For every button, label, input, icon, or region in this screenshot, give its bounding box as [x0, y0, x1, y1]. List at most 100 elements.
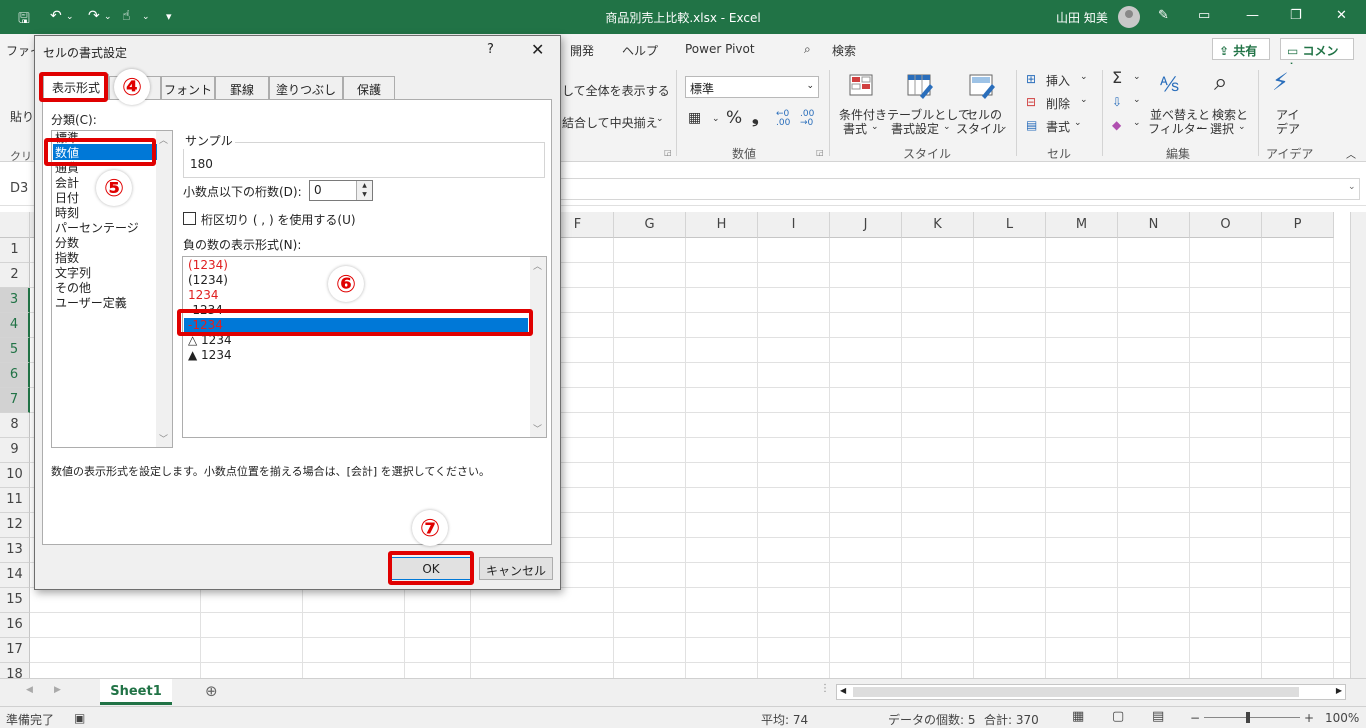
tab-power-pivot[interactable]: Power Pivot [685, 42, 755, 56]
percent-button[interactable]: % [726, 108, 742, 128]
scroll-up-icon[interactable]: ︿ [533, 259, 542, 272]
decimal-places-stepper[interactable]: 0 ▲ ▼ [309, 180, 373, 201]
row-header-3[interactable]: 3 [0, 288, 30, 313]
scrollbar-thumb[interactable] [853, 687, 1299, 697]
restore-icon[interactable]: ❐ [1290, 8, 1302, 23]
formula-input[interactable] [560, 178, 1360, 200]
stepper-buttons[interactable]: ▲ ▼ [356, 181, 372, 200]
sheet-tab-sheet1[interactable]: Sheet1 [100, 679, 172, 705]
tab-developer[interactable]: 開発 [570, 42, 594, 59]
increase-decimal-icon[interactable]: ←0.00 [776, 110, 790, 128]
column-header-m[interactable]: M [1046, 212, 1118, 238]
column-header-l[interactable]: L [974, 212, 1046, 238]
close-window-icon[interactable]: ✕ [1336, 8, 1347, 23]
ideas-icon[interactable]: ⚡ [1272, 68, 1289, 96]
row-header-11[interactable]: 11 [0, 488, 30, 513]
horizontal-scrollbar[interactable]: ◀ ▶ [836, 684, 1346, 700]
dialog-close-button[interactable]: ✕ [531, 40, 544, 59]
tab-help[interactable]: ヘルプ [622, 42, 658, 59]
alignment-launcher-icon[interactable]: ◲ [664, 148, 672, 157]
wrap-text-button[interactable]: して全体を表示する [562, 82, 670, 99]
row-header-10[interactable]: 10 [0, 463, 30, 488]
insert-button[interactable]: 挿入 [1046, 72, 1070, 89]
column-header-o[interactable]: O [1190, 212, 1262, 238]
row-header-16[interactable]: 16 [0, 613, 30, 638]
vertical-scrollbar[interactable] [1350, 212, 1366, 678]
accounting-dropdown-icon[interactable]: ⌄ [712, 114, 720, 124]
search-icon[interactable]: ⌕ [804, 42, 811, 57]
row-header-17[interactable]: 17 [0, 638, 30, 663]
page-layout-icon[interactable]: ▢ [1112, 709, 1124, 724]
expand-formula-icon[interactable]: ⌄ [1348, 182, 1356, 192]
insert-icon[interactable]: ⊞ [1026, 72, 1036, 86]
find-select-icon[interactable]: ⌕ [1214, 68, 1227, 96]
fill-icon[interactable]: ⇩ [1112, 95, 1122, 109]
page-break-icon[interactable]: ▤ [1152, 709, 1164, 724]
pen-icon[interactable]: ✎ [1158, 8, 1169, 23]
delete-button[interactable]: 削除 [1046, 95, 1070, 112]
search-box[interactable]: 検索 [832, 42, 856, 59]
tab-fill[interactable]: 塗りつぶし [269, 76, 343, 99]
negative-format-item[interactable]: ▲ 1234 [188, 348, 232, 362]
negative-format-item[interactable]: (1234) [188, 258, 228, 272]
collapse-ribbon-icon[interactable]: ︿ [1346, 146, 1356, 161]
row-header-15[interactable]: 15 [0, 588, 30, 613]
prev-sheet-icon[interactable]: ◀ [26, 685, 33, 695]
column-header-g[interactable]: G [614, 212, 686, 238]
row-header-12[interactable]: 12 [0, 513, 30, 538]
zoom-slider-thumb[interactable] [1246, 712, 1250, 723]
row-header-7[interactable]: 7 [0, 388, 30, 413]
name-box[interactable]: D3 [4, 178, 34, 200]
next-sheet-icon[interactable]: ▶ [54, 685, 61, 695]
tab-protection[interactable]: 保護 [343, 76, 395, 99]
row-header-5[interactable]: 5 [0, 338, 30, 363]
scroll-down-icon[interactable]: ﹀ [533, 422, 542, 435]
format-as-table-dropdown-icon[interactable]: ⌄ [943, 122, 951, 132]
stepper-down-icon[interactable]: ▼ [362, 191, 367, 198]
scroll-right-icon[interactable]: ▶ [1336, 686, 1342, 695]
zoom-level[interactable]: 100% [1325, 711, 1359, 725]
thousands-separator-label[interactable]: 桁区切り ( , ) を使用する(U) [201, 211, 356, 228]
format-dropdown-icon[interactable]: ⌄ [1074, 118, 1082, 128]
row-header-9[interactable]: 9 [0, 438, 30, 463]
format-button[interactable]: 書式 [1046, 118, 1070, 135]
tab-split-handle-icon[interactable]: ⋮ [820, 683, 830, 694]
zoom-out-icon[interactable]: − [1190, 711, 1200, 725]
conditional-format-dropdown-icon[interactable]: ⌄ [871, 122, 879, 132]
column-header-k[interactable]: K [902, 212, 974, 238]
ribbon-display-icon[interactable]: ▭ [1198, 8, 1210, 23]
tab-border[interactable]: 罫線 [215, 76, 269, 99]
cell-styles-dropdown-icon[interactable]: ⌄ [1000, 122, 1008, 132]
autosum-dropdown-icon[interactable]: ⌄ [1133, 72, 1141, 82]
find-select-dropdown-icon[interactable]: ⌄ [1238, 122, 1246, 132]
decrease-decimal-icon[interactable]: .00 →0 [800, 110, 814, 128]
help-button[interactable]: ? [487, 42, 494, 57]
row-header-14[interactable]: 14 [0, 563, 30, 588]
autosum-icon[interactable]: Σ [1112, 68, 1122, 87]
column-header-i[interactable]: I [758, 212, 830, 238]
scroll-down-icon[interactable]: ﹀ [159, 432, 168, 445]
scroll-up-icon[interactable]: ︿ [159, 133, 168, 146]
accounting-format-icon[interactable]: ▦ [688, 110, 701, 126]
row-header-1[interactable]: 1 [0, 238, 30, 263]
share-button[interactable]: ⇪ 共有 [1212, 38, 1270, 60]
minimize-icon[interactable]: — [1246, 8, 1259, 23]
negative-scrollbar[interactable]: ︿ ﹀ [530, 257, 546, 437]
negative-numbers-list[interactable]: ︿ ﹀ (1234) (1234) 1234 -1234 -1234 △ 1234 ▲ 12… [182, 256, 547, 438]
clear-dropdown-icon[interactable]: ⌄ [1133, 118, 1141, 128]
comma-button[interactable]: ❟ [752, 108, 759, 128]
normal-view-icon[interactable]: ▦ [1072, 709, 1084, 724]
column-header-h[interactable]: H [686, 212, 758, 238]
user-name[interactable]: 山田 知美 [1056, 9, 1108, 26]
format-icon[interactable]: ▤ [1026, 118, 1037, 132]
sort-filter-icon[interactable]: ⅍ [1160, 72, 1179, 97]
tab-font[interactable]: フォント [161, 76, 215, 99]
avatar[interactable] [1118, 6, 1140, 28]
ideas-label-2[interactable]: デア [1276, 120, 1300, 137]
column-header-p[interactable]: P [1262, 212, 1334, 238]
sort-filter-dropdown-icon[interactable]: ⌄ [1196, 122, 1204, 132]
cancel-button[interactable]: キャンセル [479, 557, 553, 580]
select-all-corner[interactable] [0, 212, 30, 238]
zoom-slider[interactable] [1204, 717, 1300, 718]
row-header-4[interactable]: 4 [0, 313, 30, 338]
